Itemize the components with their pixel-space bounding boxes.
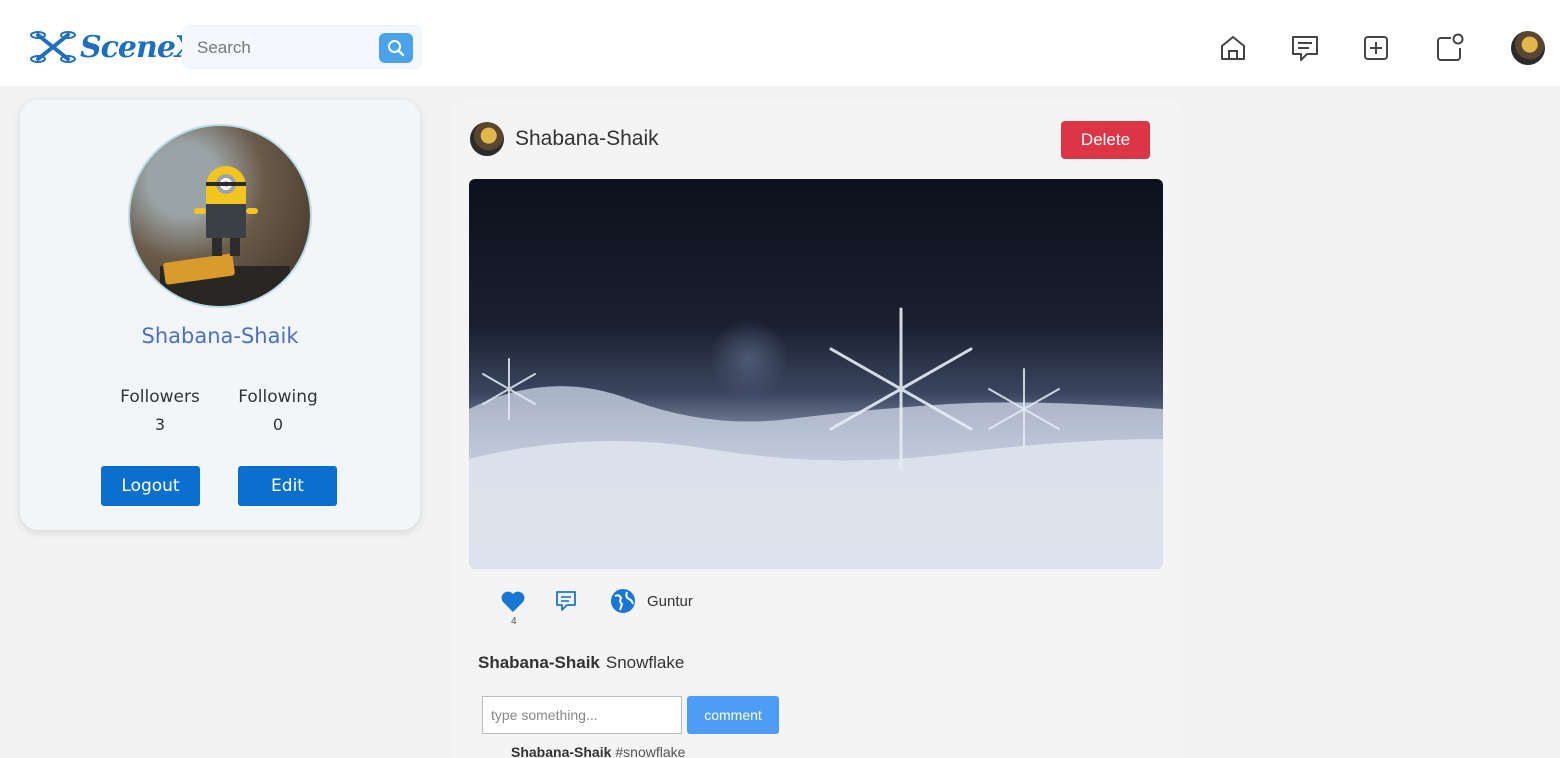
nav-home-button[interactable] — [1215, 28, 1251, 68]
post-author-avatar[interactable] — [470, 122, 504, 156]
profile-card: Shabana-Shaik Followers 3 Following 0 Lo… — [20, 100, 420, 530]
like-heart-icon[interactable] — [500, 590, 526, 614]
comment-submit-button[interactable]: comment — [687, 696, 779, 734]
comment-item: Shabana-Shaik #snowflake — [511, 744, 685, 758]
nav-notifications-button[interactable] — [1432, 28, 1468, 68]
like-count: 4 — [511, 616, 517, 627]
search-button[interactable] — [379, 33, 413, 63]
plus-square-icon — [1364, 36, 1388, 60]
nav-create-post-button[interactable] — [1358, 28, 1394, 68]
logo-drone-icon — [30, 31, 76, 63]
notification-badge-icon — [1437, 33, 1464, 61]
following-label: Following — [238, 387, 318, 407]
post-image[interactable] — [469, 179, 1163, 569]
post-author-name[interactable]: Shabana-Shaik — [515, 127, 659, 151]
following-stat[interactable]: Following 0 — [223, 387, 333, 434]
minion-avatar-image — [160, 166, 290, 306]
search-input[interactable] — [197, 36, 377, 60]
search-icon — [388, 40, 405, 57]
nav-profile-button[interactable] — [1510, 28, 1546, 68]
followers-count: 3 — [154, 415, 166, 434]
logout-button[interactable]: Logout — [101, 466, 200, 506]
home-icon — [1221, 36, 1245, 60]
comment-icon[interactable] — [555, 590, 577, 612]
messages-icon — [1292, 36, 1318, 61]
profile-picture — [128, 124, 312, 308]
profile-avatar — [1511, 31, 1545, 65]
delete-post-button[interactable]: Delete — [1061, 121, 1150, 159]
search-box — [182, 25, 422, 69]
comment-username[interactable]: Shabana-Shaik — [511, 744, 611, 758]
following-count: 0 — [272, 415, 284, 434]
post-card: Shabana-Shaik Delete 4 Guntur Shabana-Sh… — [450, 100, 1183, 758]
followers-stat[interactable]: Followers 3 — [105, 387, 215, 434]
post-actions — [500, 588, 900, 618]
post-caption: Shabana-Shaik Snowflake — [478, 653, 684, 673]
snowflake-photo — [469, 307, 1163, 569]
edit-profile-button[interactable]: Edit — [238, 466, 337, 506]
caption-username[interactable]: Shabana-Shaik — [478, 653, 600, 672]
globe-icon — [611, 589, 635, 613]
followers-label: Followers — [120, 387, 200, 407]
logo-text: SceneX — [80, 29, 198, 65]
comment-input[interactable] — [482, 696, 682, 734]
top-navbar: SceneX — [0, 0, 1560, 86]
comment-text: #snowflake — [615, 744, 686, 758]
caption-text: Snowflake — [605, 653, 685, 672]
post-location: Guntur — [647, 593, 693, 610]
nav-messages-button[interactable] — [1287, 28, 1323, 68]
logo[interactable]: SceneX — [30, 22, 198, 72]
nav-icons — [1210, 28, 1550, 68]
profile-username[interactable]: Shabana-Shaik — [20, 324, 420, 348]
